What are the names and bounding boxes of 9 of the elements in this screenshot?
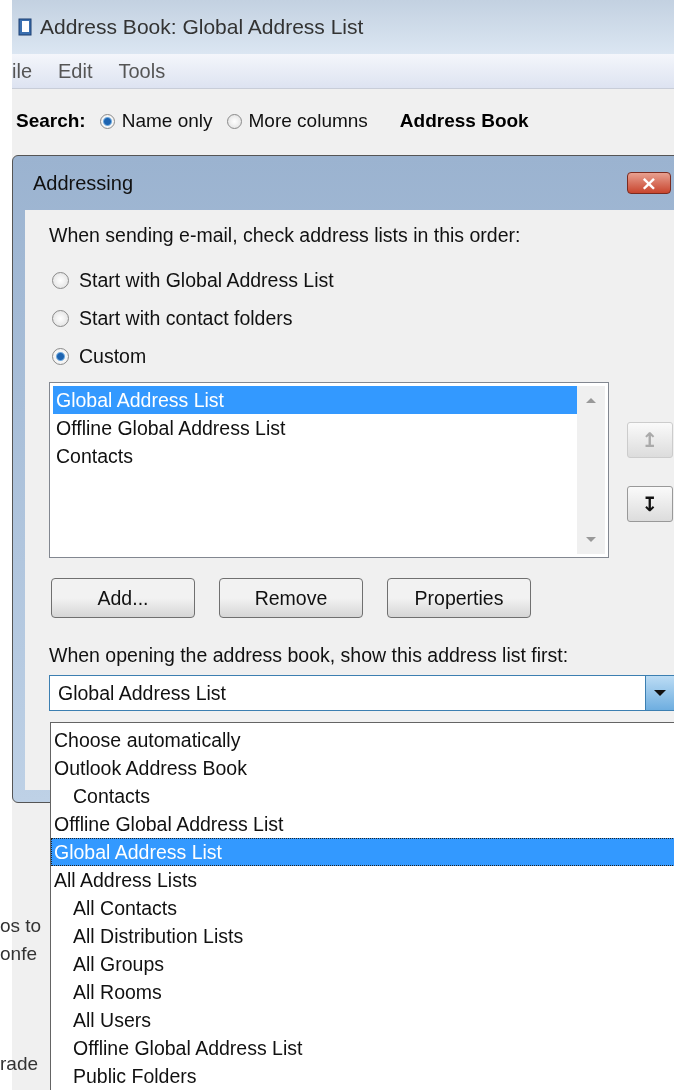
search-label: Search: <box>16 110 86 132</box>
instruction-text: When opening the address book, show this address list first: <box>49 644 570 667</box>
instruction-text: When sending e-mail, check address lists in this order: <box>49 224 522 247</box>
dialog-title: Addressing <box>33 171 134 195</box>
partial-text: os to <box>0 915 42 937</box>
partial-text: onfe <box>0 943 37 965</box>
window-title: Address Book: Global Address List <box>40 15 364 39</box>
partial-text: rade <box>0 1053 39 1075</box>
address-book-label: Address Book <box>399 110 529 132</box>
